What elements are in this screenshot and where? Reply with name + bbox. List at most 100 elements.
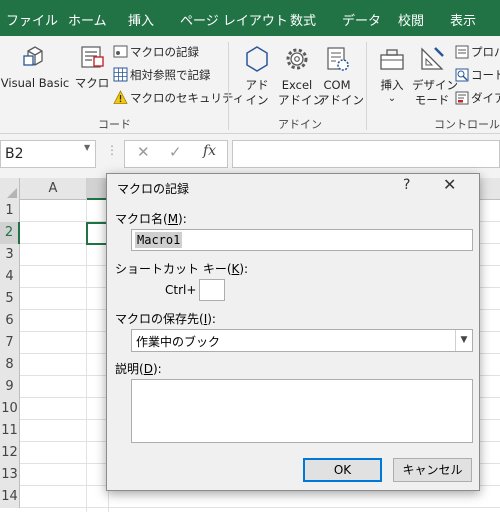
row-header[interactable]: 6 <box>0 310 20 332</box>
row-header[interactable]: 5 <box>0 288 20 310</box>
cancel-button[interactable]: キャンセル <box>393 458 472 482</box>
relative-references-label: 相対参照で記録 <box>130 68 211 82</box>
dialog-title: マクロの記録 <box>117 182 190 196</box>
record-macro-dialog: マクロの記録 ? ✕ マクロ名(M): Macro1 ショートカット キー(K)… <box>106 173 480 491</box>
visual-basic-label: Visual Basic <box>0 76 70 90</box>
hexagon-icon <box>246 46 268 72</box>
insert-function-icon[interactable]: fx <box>203 143 216 159</box>
macros-icon <box>81 46 104 68</box>
column-header-a[interactable]: A <box>20 178 87 200</box>
close-icon[interactable]: ✕ <box>443 175 456 194</box>
tab-formulas[interactable]: 数式 <box>290 0 316 36</box>
excel-addins-button[interactable]: Excel アドイン <box>278 44 324 108</box>
visual-basic-icon <box>23 46 43 66</box>
shortcut-key-input[interactable] <box>199 279 225 301</box>
group-label-addins: アドイン <box>278 118 322 131</box>
view-code-button[interactable]: コード <box>455 67 500 83</box>
row-header[interactable]: 9 <box>0 376 20 398</box>
chevron-down-icon: ⌄ <box>387 93 397 104</box>
properties-label: プロパ <box>471 45 500 59</box>
cancel-entry-icon[interactable]: ✕ <box>137 143 150 161</box>
tab-insert[interactable]: 挿入 <box>128 0 154 36</box>
column-gridline <box>86 200 87 512</box>
macro-security-button[interactable]: マクロのセキュリティ <box>113 90 244 106</box>
com-addins-label-2: アドイン <box>318 93 364 107</box>
ok-button[interactable]: OK <box>303 458 382 482</box>
row-header[interactable]: 2 <box>0 222 20 244</box>
row-header[interactable]: 14 <box>0 486 20 508</box>
gear-icon <box>286 48 308 70</box>
insert-control-button[interactable]: 挿入 ⌄ <box>374 44 410 105</box>
tab-view[interactable]: 表示 <box>450 0 476 36</box>
tab-review[interactable]: 校閲 <box>398 0 424 36</box>
name-box-value: B2 <box>5 146 24 162</box>
group-divider <box>366 42 367 130</box>
insert-control-label: 挿入 <box>380 78 404 92</box>
macros-label: マクロ <box>74 76 110 90</box>
row-header[interactable]: 4 <box>0 266 20 288</box>
tab-page-layout[interactable]: ページ レイアウト <box>180 0 288 36</box>
formula-bar-buttons: ✕ ✓ fx <box>124 140 228 168</box>
help-icon[interactable]: ? <box>403 177 410 193</box>
visual-basic-button[interactable]: Visual Basic <box>0 42 70 91</box>
toolbox-icon <box>380 49 404 70</box>
group-divider <box>228 42 229 130</box>
row-header[interactable]: 1 <box>0 200 20 222</box>
record-macro-label: マクロの記録 <box>130 45 199 59</box>
store-macro-label: マクロの保存先(I): <box>115 312 216 326</box>
formula-bar: B2 ▼ ⋮ ✕ ✓ fx <box>0 134 500 178</box>
group-label-controls: コントロール <box>434 118 500 131</box>
store-macro-select[interactable]: 作業中のブック ▼ <box>131 329 473 352</box>
record-macro-button[interactable]: マクロの記録 <box>113 44 199 60</box>
shortcut-key-label: ショートカット キー(K): <box>115 262 249 276</box>
row-header[interactable]: 13 <box>0 464 20 486</box>
store-macro-value: 作業中のブック <box>136 335 221 349</box>
relative-references-button[interactable]: 相対参照で記録 <box>113 67 211 83</box>
row-header[interactable]: 8 <box>0 354 20 376</box>
warning-icon <box>113 90 128 104</box>
row-header[interactable]: 3 <box>0 244 20 266</box>
group-label-code: コード <box>98 118 131 131</box>
properties-button[interactable]: プロパ <box>455 44 500 60</box>
confirm-entry-icon[interactable]: ✓ <box>169 143 182 161</box>
design-mode-icon <box>421 47 444 70</box>
ctrl-prefix-label: Ctrl+ <box>165 283 197 297</box>
view-code-icon <box>455 68 469 82</box>
name-box-dropdown-icon[interactable]: ▼ <box>84 143 90 152</box>
tab-file[interactable]: ファイル <box>6 0 58 36</box>
name-box[interactable]: B2 <box>0 140 96 168</box>
row-header[interactable]: 7 <box>0 332 20 354</box>
com-addins-label-1: COM <box>323 78 351 92</box>
dialog-icon <box>455 91 469 105</box>
row-header[interactable]: 11 <box>0 420 20 442</box>
tab-home[interactable]: ホーム <box>68 0 107 36</box>
run-dialog-label: ダイア <box>471 91 500 105</box>
macros-button[interactable]: マクロ <box>72 42 112 91</box>
record-macro-icon <box>113 45 128 58</box>
row-header[interactable]: 10 <box>0 398 20 420</box>
design-mode-label-2: モード <box>414 93 450 107</box>
ribbon-developer: Visual Basic マクロ マクロの記録 相対参照で記録 マクロのセキュリ… <box>0 36 500 134</box>
excel-addins-label-2: アドイン <box>278 93 324 107</box>
macro-name-value: Macro1 <box>135 232 183 248</box>
description-label: 説明(D): <box>115 362 162 376</box>
design-mode-button[interactable]: デザイン モード <box>412 44 458 108</box>
macro-name-input[interactable]: Macro1 <box>131 229 473 251</box>
select-all-button[interactable] <box>0 178 20 200</box>
com-addins-button[interactable]: COM アドイン <box>318 44 364 108</box>
tab-data[interactable]: データ <box>342 0 381 36</box>
active-cell[interactable] <box>86 222 108 245</box>
row-header[interactable]: 12 <box>0 442 20 464</box>
com-addins-icon <box>327 47 349 71</box>
excel-addins-label-1: Excel <box>281 78 313 92</box>
run-dialog-button[interactable]: ダイア <box>455 90 500 106</box>
formula-input[interactable] <box>232 140 500 168</box>
chevron-down-icon[interactable]: ▼ <box>455 330 472 351</box>
description-textarea[interactable] <box>131 379 473 443</box>
addins-button[interactable]: アド イン <box>238 44 276 108</box>
design-mode-label-1: デザイン <box>412 78 458 92</box>
view-code-label: コード <box>471 68 500 82</box>
ribbon-tab-bar: ファイル ホーム 挿入 ページ レイアウト 数式 データ 校閲 表示 <box>0 0 500 36</box>
addins-label-2: イン <box>245 93 269 107</box>
properties-icon <box>455 45 469 59</box>
